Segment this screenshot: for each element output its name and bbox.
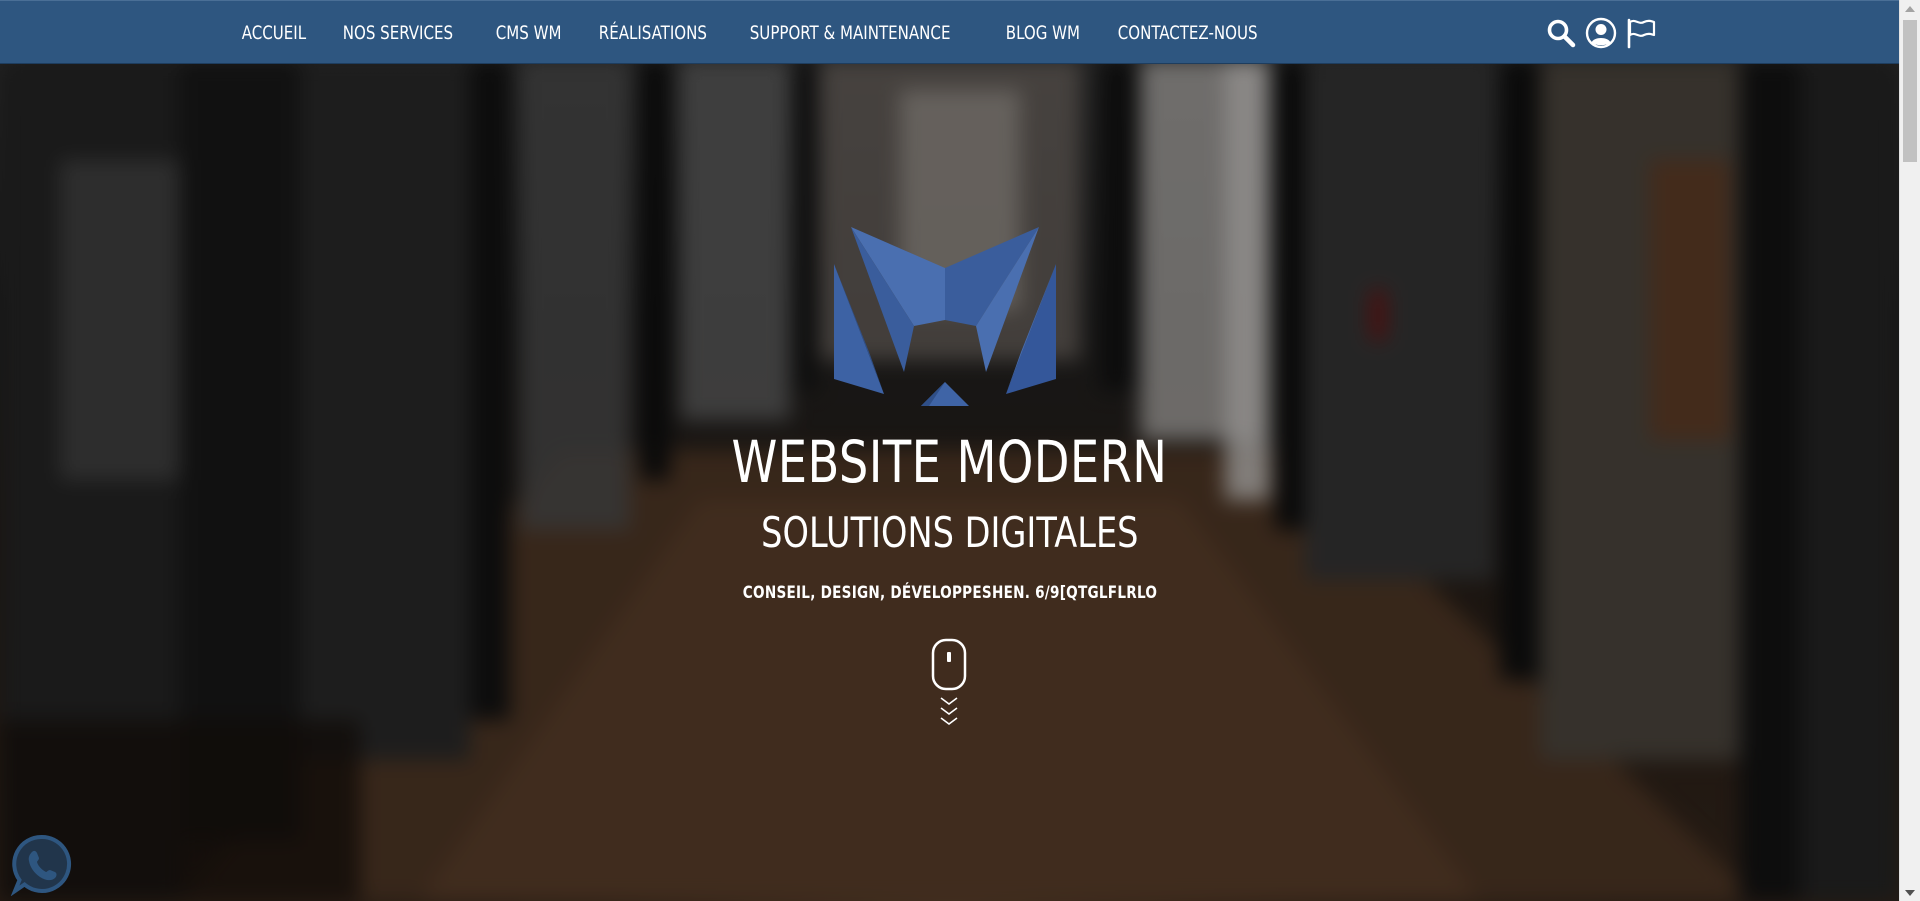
mouse-icon xyxy=(931,638,967,691)
nav-icons xyxy=(1544,15,1664,51)
search-icon[interactable] xyxy=(1544,16,1578,50)
hero-title: WEBSITE MODERN xyxy=(731,428,1168,496)
scrollbar-thumb[interactable] xyxy=(1903,20,1917,162)
nav-item-blog-wm[interactable]: BLOG WM xyxy=(1004,22,1082,44)
website-modern-logo xyxy=(829,224,1061,416)
main-menu: ACCUEIL NOS SERVICES CMS WM RÉALISATIONS… xyxy=(240,1,1303,65)
page: ACCUEIL NOS SERVICES CMS WM RÉALISATIONS… xyxy=(0,0,1920,901)
nav-item-cms-wm[interactable]: CMS WM xyxy=(494,22,563,44)
top-navbar: ACCUEIL NOS SERVICES CMS WM RÉALISATIONS… xyxy=(0,0,1899,64)
user-account-icon[interactable] xyxy=(1584,16,1618,50)
scroll-down-arrow-icon[interactable] xyxy=(1900,884,1920,901)
hero-section: WEBSITE MODERN SOLUTIONS DIGITALES CONSE… xyxy=(0,0,1899,901)
nav-item-nos-services[interactable]: NOS SERVICES xyxy=(341,22,455,44)
vertical-scrollbar[interactable] xyxy=(1899,0,1920,901)
whatsapp-icon[interactable] xyxy=(10,832,74,897)
nav-item-accueil[interactable]: ACCUEIL xyxy=(240,22,308,44)
hero-tagline: CONSEIL, DESIGN, DÉVELOPPESHEN. 6/9[QTGL… xyxy=(742,583,1157,603)
chevron-down-icon xyxy=(940,697,958,705)
hero-subtitle: SOLUTIONS DIGITALES xyxy=(760,508,1139,557)
flag-icon[interactable] xyxy=(1624,16,1658,50)
nav-item-realisations[interactable]: RÉALISATIONS xyxy=(597,22,709,44)
scroll-up-arrow-icon[interactable] xyxy=(1900,0,1920,17)
nav-item-contactez-nous[interactable]: CONTACTEZ-NOUS xyxy=(1116,22,1259,44)
nav-item-support-maintenance[interactable]: SUPPORT & MAINTENANCE xyxy=(748,22,952,44)
scroll-down-indicator[interactable] xyxy=(930,638,970,734)
